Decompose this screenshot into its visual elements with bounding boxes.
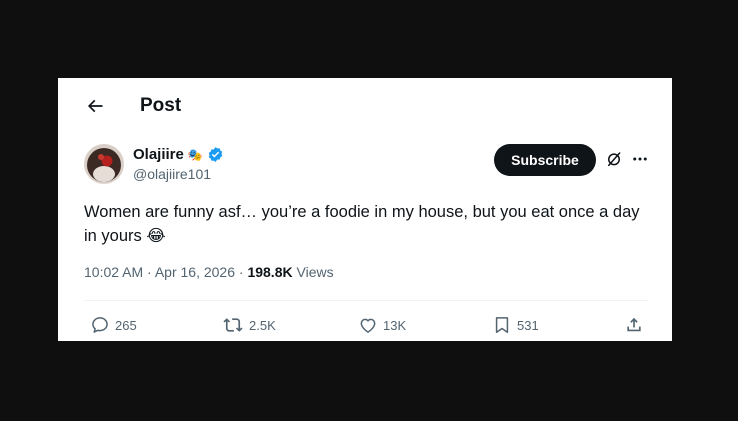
repost-count: 2.5K [249, 317, 276, 333]
like-count: 13K [383, 317, 407, 333]
reply-button[interactable]: 265 [90, 314, 137, 336]
divider [84, 300, 648, 301]
grok-icon [608, 152, 621, 167]
avatar[interactable] [84, 144, 124, 184]
more-horizontal-icon [633, 157, 647, 161]
masks-emoji-badge: 🎭 [187, 147, 203, 162]
tweet-text: Women are funny asf… you’re a foodie in … [84, 203, 640, 245]
more-options-button[interactable] [629, 148, 651, 170]
views-count: 198.8K [247, 264, 293, 280]
post-card: Post Olajiire 🎭 @olajiire101 Subscribe W… [58, 78, 672, 341]
reply-count: 265 [115, 317, 137, 333]
bookmark-count: 531 [517, 317, 539, 333]
subscribe-button[interactable]: Subscribe [494, 144, 596, 176]
repost-button[interactable]: 2.5K [222, 314, 276, 336]
repost-icon [223, 318, 243, 332]
bookmark-button[interactable]: 531 [492, 314, 539, 336]
author-handle[interactable]: @olajiire101 [133, 166, 211, 182]
author-name-row: Olajiire 🎭 [133, 146, 224, 163]
avatar-image [84, 144, 124, 184]
views-label: Views [292, 264, 334, 280]
post-time[interactable]: 10:02 AM [84, 264, 143, 280]
post-header: Post [58, 78, 672, 132]
bookmark-icon [495, 317, 509, 333]
verified-badge-icon[interactable] [207, 146, 224, 163]
like-button[interactable]: 13K [358, 314, 406, 336]
post-date[interactable]: Apr 16, 2026 [155, 264, 235, 280]
back-button[interactable] [80, 92, 110, 120]
page-title: Post [140, 95, 182, 116]
arrow-left-icon [87, 99, 103, 113]
author-name[interactable]: Olajiire [133, 146, 184, 163]
share-icon [627, 317, 641, 332]
share-button[interactable] [624, 314, 644, 336]
reply-icon [92, 317, 108, 333]
heart-icon [360, 318, 376, 333]
meta-separator: · [235, 264, 248, 280]
grok-button[interactable] [603, 148, 625, 170]
post-meta: 10:02 AM · Apr 16, 2026 · 198.8K Views [84, 264, 334, 280]
meta-separator: · [143, 264, 155, 280]
